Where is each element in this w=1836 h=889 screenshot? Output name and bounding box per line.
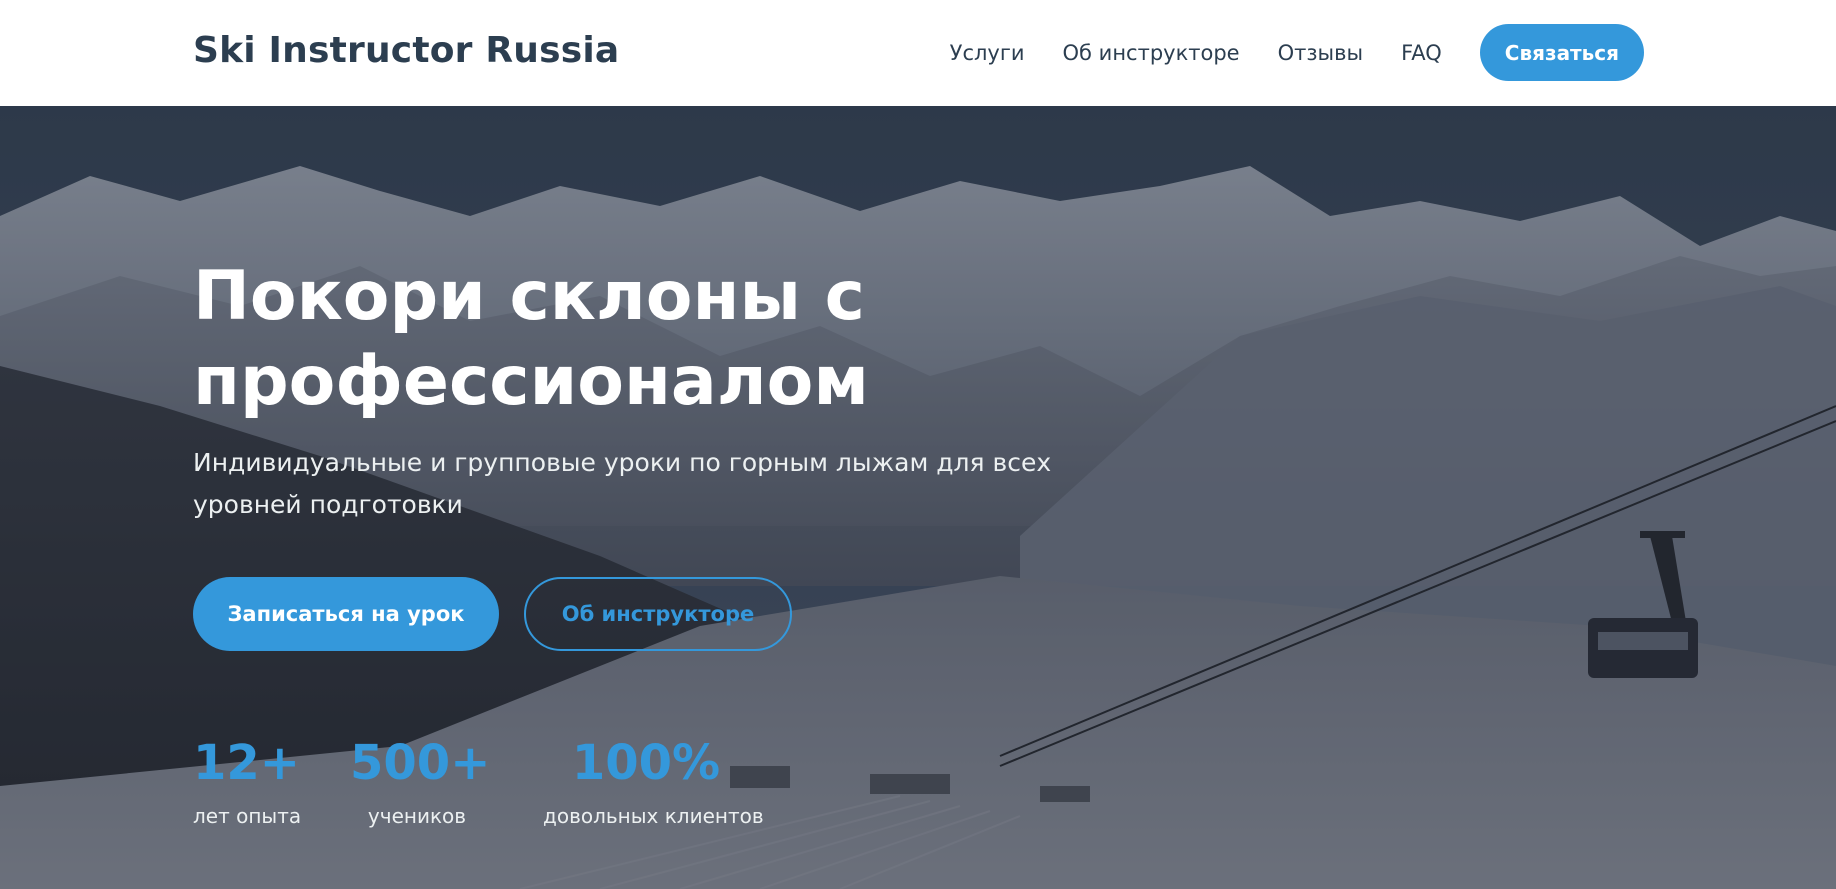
stat-label: учеников [367,804,467,828]
stat-value: 500+ [350,735,491,791]
hero-subtitle: Индивидуальные и групповые уроки по горн… [193,448,1052,519]
site-logo[interactable]: Ski Instructor Russia [193,30,619,71]
site-header: Ski Instructor Russia Услуги Об инструкт… [0,0,1836,106]
contact-button[interactable]: Связаться [1479,24,1644,81]
nav-link-reviews[interactable]: Отзывы [1278,41,1363,65]
about-instructor-button[interactable]: Об инструкторе [524,577,792,651]
nav-link-about-instructor[interactable]: Об инструкторе [1063,41,1240,65]
stat-students: 500+ учеников [350,735,491,828]
stat-value: 12+ [193,735,301,791]
main-nav: Услуги Об инструкторе Отзывы FAQ Связать… [950,24,1644,81]
stat-label: довольных клиентов [543,804,764,828]
hero-section: Покори склоны с профессионалом Индивидуа… [0,106,1836,889]
stat-value: 100% [571,735,721,791]
stat-experience: 12+ лет опыта [193,735,302,828]
nav-link-services[interactable]: Услуги [950,41,1025,65]
hero-title: Покори склоны с профессионалом [193,257,869,421]
book-lesson-button[interactable]: Записаться на урок [193,577,499,651]
stat-satisfied-clients: 100% довольных клиентов [543,735,764,828]
stat-label: лет опыта [193,804,302,828]
nav-link-faq[interactable]: FAQ [1401,41,1442,65]
